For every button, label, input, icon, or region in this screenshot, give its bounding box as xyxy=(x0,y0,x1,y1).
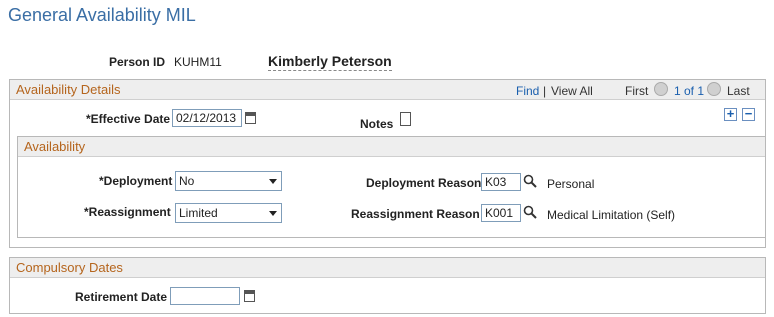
effective-date-label: *Effective Date xyxy=(86,112,171,126)
notes-icon[interactable] xyxy=(400,112,411,126)
deployment-reason-description: Personal xyxy=(547,177,595,191)
deployment-value: No xyxy=(179,174,195,188)
first-label: First xyxy=(625,84,649,98)
reassignment-value: Limited xyxy=(179,206,218,220)
chevron-down-icon xyxy=(269,179,277,184)
notes-label: Notes xyxy=(360,117,394,131)
nav-separator: | xyxy=(543,84,547,98)
search-icon[interactable] xyxy=(523,205,537,219)
deployment-reason-label: Deployment Reason xyxy=(366,176,482,190)
add-row-button[interactable]: + xyxy=(724,107,737,121)
find-link[interactable]: Find xyxy=(516,84,539,98)
availability-details-header: Availability Details xyxy=(10,80,765,100)
retirement-date-label: Retirement Date xyxy=(75,290,168,304)
deployment-label: *Deployment xyxy=(99,174,173,188)
calendar-icon[interactable] xyxy=(245,112,256,124)
reassignment-select[interactable]: Limited xyxy=(175,203,282,223)
person-name: Kimberly Peterson xyxy=(268,53,392,71)
deployment-select[interactable]: No xyxy=(175,171,282,191)
availability-header: Availability xyxy=(18,137,765,157)
previous-row-icon[interactable] xyxy=(654,82,668,96)
page-title: General Availability MIL xyxy=(8,5,196,25)
reassignment-label: *Reassignment xyxy=(84,205,171,219)
compulsory-dates-header: Compulsory Dates xyxy=(10,258,765,278)
reassignment-reason-field[interactable]: K001 xyxy=(481,204,521,222)
deployment-reason-field[interactable]: K03 xyxy=(481,173,521,191)
search-icon[interactable] xyxy=(523,174,537,188)
calendar-icon[interactable] xyxy=(244,290,255,302)
person-id-label: Person ID xyxy=(109,55,166,69)
retirement-date-field[interactable] xyxy=(170,287,240,305)
person-id-value: KUHM11 xyxy=(174,55,222,69)
reassignment-reason-label: Reassignment Reason xyxy=(351,207,480,221)
chevron-down-icon xyxy=(269,211,277,216)
row-counter: 1 of 1 xyxy=(674,84,705,98)
last-label: Last xyxy=(727,84,750,98)
delete-row-button[interactable]: − xyxy=(742,107,755,121)
next-row-icon[interactable] xyxy=(707,82,721,96)
reassignment-reason-description: Medical Limitation (Self) xyxy=(547,208,676,222)
view-all-link[interactable]: View All xyxy=(551,84,593,98)
effective-date-field[interactable]: 02/12/2013 xyxy=(172,109,242,127)
compulsory-dates-section: Compulsory Dates xyxy=(9,257,766,314)
